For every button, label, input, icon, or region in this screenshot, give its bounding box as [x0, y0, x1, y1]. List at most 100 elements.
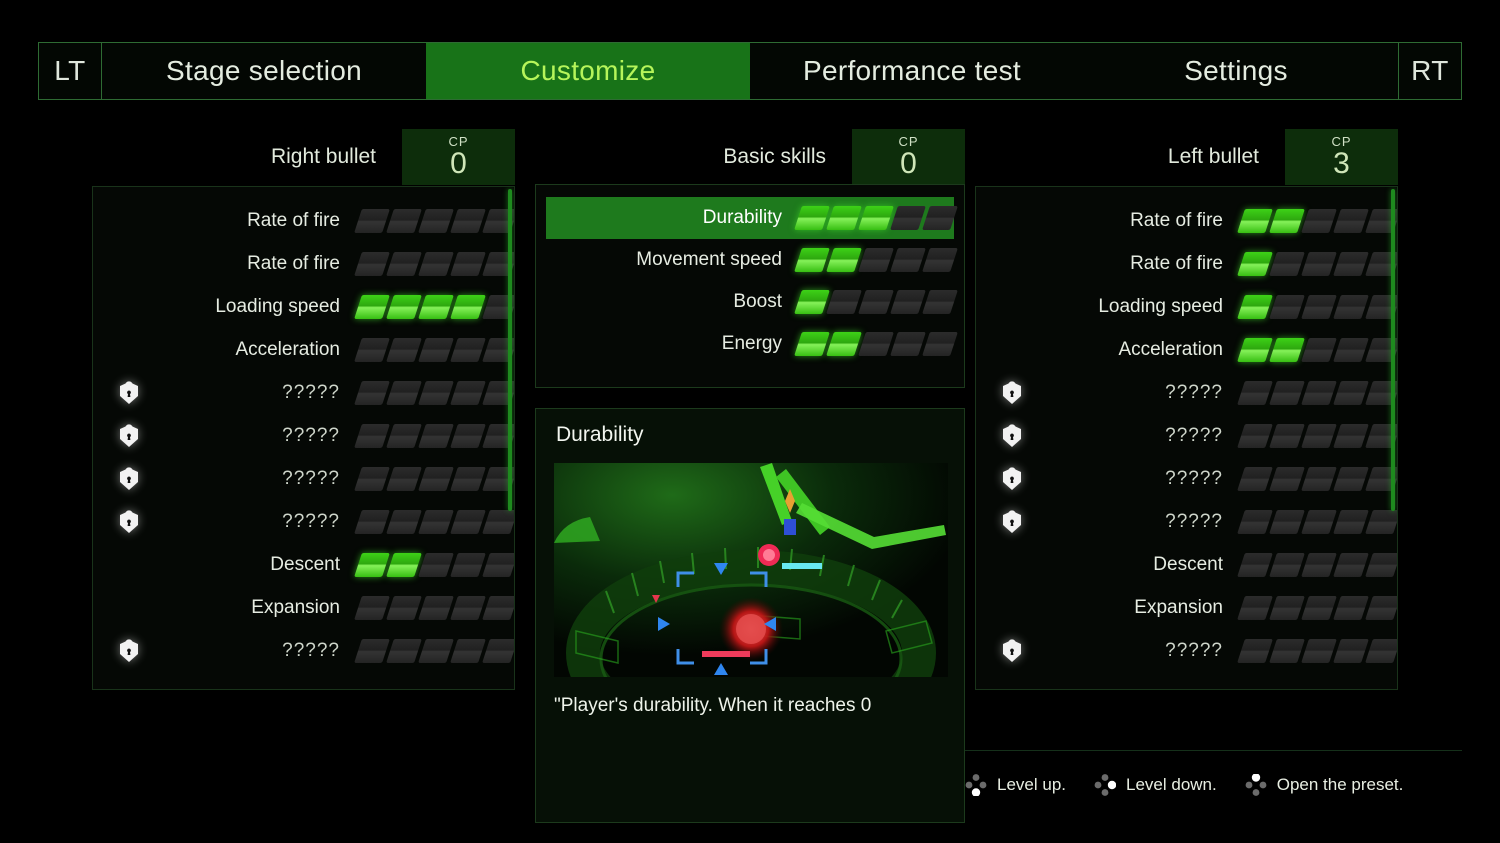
cp-value: 3 — [1333, 149, 1350, 179]
stat-row[interactable]: Rate of fire — [93, 199, 514, 242]
stat-level-bar[interactable] — [358, 338, 514, 362]
stat-level-bar[interactable] — [358, 639, 514, 663]
stat-level-segment — [1301, 553, 1337, 577]
stat-level-segment — [386, 639, 422, 663]
stat-row[interactable]: Acceleration — [93, 328, 514, 371]
stat-level-segment — [922, 290, 958, 314]
stat-row[interactable]: Descent — [93, 543, 514, 586]
stat-level-bar[interactable] — [358, 467, 514, 491]
stat-level-segment — [1365, 639, 1398, 663]
stat-level-bar[interactable] — [1241, 252, 1397, 276]
nav-tab-settings[interactable]: Settings — [1074, 43, 1398, 99]
right-trigger-button[interactable]: RT — [1398, 43, 1461, 99]
stat-row[interactable]: Rate of fire — [976, 199, 1397, 242]
stat-row[interactable]: ????? — [976, 371, 1397, 414]
stat-level-segment — [1237, 553, 1273, 577]
nav-tab-performance-test[interactable]: Performance test — [750, 43, 1074, 99]
stat-level-segment — [450, 338, 486, 362]
stat-level-segment — [386, 510, 422, 534]
stat-row[interactable]: Movement speed — [546, 239, 954, 281]
stat-level-segment — [1269, 510, 1305, 534]
stat-label: Durability — [582, 207, 798, 229]
right-bullet-stat-list: Rate of fireRate of fireLoading speedAcc… — [93, 187, 514, 672]
stat-row[interactable]: Loading speed — [93, 285, 514, 328]
stat-level-bar[interactable] — [1241, 467, 1397, 491]
stat-row[interactable]: Descent — [976, 543, 1397, 586]
stat-level-segment — [450, 424, 486, 448]
stat-level-bar[interactable] — [358, 510, 514, 534]
stat-row[interactable]: ????? — [93, 457, 514, 500]
stat-row[interactable]: ????? — [976, 457, 1397, 500]
stat-row[interactable]: Energy — [546, 323, 954, 365]
stat-row[interactable]: ????? — [976, 629, 1397, 672]
stat-row[interactable]: Expansion — [93, 586, 514, 629]
control-hint[interactable]: Level down. — [1094, 774, 1217, 796]
stat-level-segment — [354, 295, 390, 319]
stat-level-bar[interactable] — [358, 252, 514, 276]
stat-level-bar[interactable] — [798, 206, 954, 230]
stat-level-bar[interactable] — [1241, 639, 1397, 663]
stat-row[interactable]: Acceleration — [976, 328, 1397, 371]
button-cluster-right-icon — [1094, 774, 1116, 796]
stat-row[interactable]: ????? — [93, 414, 514, 457]
stat-label: Rate of fire — [1030, 253, 1241, 275]
stat-level-bar[interactable] — [1241, 209, 1397, 233]
stat-level-segment — [450, 553, 486, 577]
stat-row[interactable]: ????? — [976, 500, 1397, 543]
stat-level-bar[interactable] — [1241, 295, 1397, 319]
stat-level-bar[interactable] — [1241, 338, 1397, 362]
left-trigger-button[interactable]: LT — [39, 43, 102, 99]
stat-level-bar[interactable] — [798, 332, 954, 356]
stat-row[interactable]: Loading speed — [976, 285, 1397, 328]
control-hint[interactable]: Open the preset. — [1245, 774, 1404, 796]
stat-level-bar[interactable] — [798, 248, 954, 272]
stat-row[interactable]: Rate of fire — [93, 242, 514, 285]
nav-tab-customize[interactable]: Customize — [426, 43, 750, 99]
nav-tab-stage-selection[interactable]: Stage selection — [102, 43, 426, 99]
stat-level-bar[interactable] — [358, 381, 514, 405]
stat-row[interactable]: Expansion — [976, 586, 1397, 629]
lock-icon — [118, 424, 140, 448]
stat-row[interactable]: ????? — [976, 414, 1397, 457]
stat-level-bar[interactable] — [358, 424, 514, 448]
stat-level-segment — [386, 252, 422, 276]
lock-icon — [1001, 639, 1023, 663]
stat-row[interactable]: ????? — [93, 629, 514, 672]
lock-icon — [118, 381, 140, 405]
customize-screen: LT Stage selectionCustomize Performance t… — [0, 0, 1500, 843]
stat-level-bar[interactable] — [1241, 424, 1397, 448]
stat-row[interactable]: Boost — [546, 281, 954, 323]
stat-level-segment — [1237, 596, 1273, 620]
stat-level-segment — [858, 290, 894, 314]
stat-level-segment — [1269, 252, 1305, 276]
left-bullet-scrollbar[interactable] — [1391, 189, 1395, 511]
stat-level-segment — [450, 510, 486, 534]
stat-level-segment — [890, 248, 926, 272]
stat-level-bar[interactable] — [1241, 381, 1397, 405]
stat-level-bar[interactable] — [1241, 553, 1397, 577]
cp-value: 0 — [450, 149, 467, 179]
stat-level-segment — [794, 290, 830, 314]
left-bullet-stat-list: Rate of fire Rate of fire Loading speedAcc… — [976, 187, 1397, 672]
stat-level-segment — [1269, 295, 1305, 319]
stat-level-segment — [1237, 424, 1273, 448]
stat-level-bar[interactable] — [798, 290, 954, 314]
stat-row[interactable]: Rate of fire — [976, 242, 1397, 285]
stat-level-bar[interactable] — [358, 295, 514, 319]
nav-tab-label: Performance test — [803, 55, 1021, 87]
lock-icon — [118, 467, 140, 491]
stat-level-bar[interactable] — [358, 596, 514, 620]
stat-level-segment — [890, 332, 926, 356]
stat-row[interactable]: Durability — [546, 197, 954, 239]
stat-level-bar[interactable] — [358, 553, 514, 577]
stat-level-segment — [922, 332, 958, 356]
button-cluster-top-icon — [1245, 774, 1267, 796]
stat-level-bar[interactable] — [358, 209, 514, 233]
stat-level-bar[interactable] — [1241, 510, 1397, 534]
stat-row[interactable]: ????? — [93, 500, 514, 543]
right-bullet-scrollbar[interactable] — [508, 189, 512, 511]
top-navigation-bar: LT Stage selectionCustomize Performance t… — [38, 42, 1462, 100]
control-hint[interactable]: Level up. — [965, 774, 1066, 796]
stat-level-bar[interactable] — [1241, 596, 1397, 620]
stat-row[interactable]: ????? — [93, 371, 514, 414]
